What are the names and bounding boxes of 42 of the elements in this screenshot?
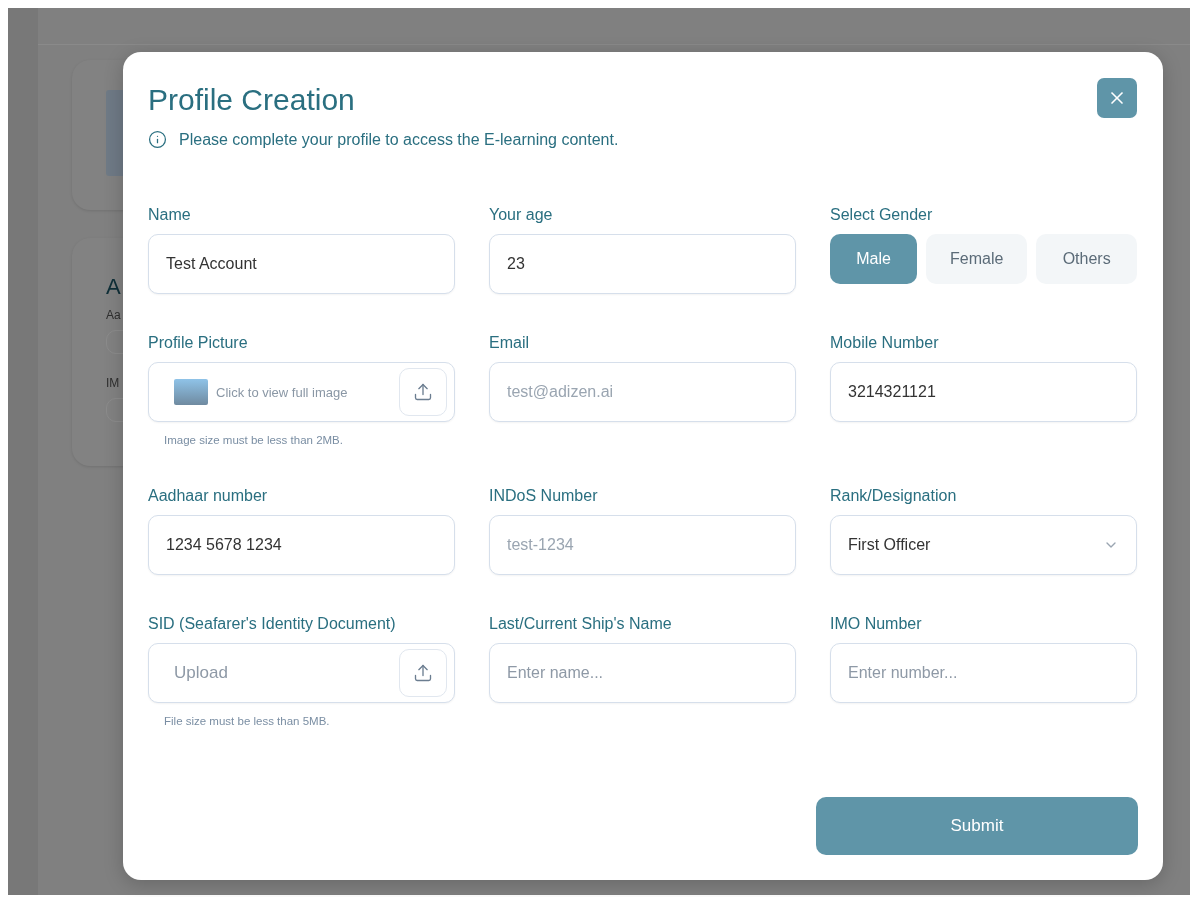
text-field[interactable]: 3214321121: [830, 362, 1137, 422]
helper-text: File size must be less than 5MB.: [163, 715, 331, 728]
upload-button[interactable]: [399, 649, 447, 697]
upload-icon: [413, 663, 433, 683]
field-label: IMO Number: [830, 614, 923, 634]
text-field[interactable]: 1234 5678 1234: [148, 515, 455, 575]
upload-placeholder: Upload: [174, 663, 228, 683]
view-image-link[interactable]: Click to view full image: [216, 384, 348, 400]
gender-option[interactable]: Others: [1036, 234, 1137, 284]
card-label: IM: [106, 376, 121, 390]
helper-text: Image size must be less than 2MB.: [163, 434, 344, 447]
card-heading: A: [106, 274, 121, 300]
upload-icon: [413, 382, 433, 402]
image-upload-field[interactable]: Click to view full image: [148, 362, 455, 422]
file-upload-field[interactable]: Upload: [148, 643, 455, 703]
text-field[interactable]: Enter number...: [830, 643, 1137, 703]
field-label: Rank/Designation: [830, 486, 958, 506]
text-field[interactable]: Enter name...: [489, 643, 796, 703]
text-field[interactable]: 23: [489, 234, 796, 294]
field-label: Mobile Number: [830, 333, 940, 353]
field-label: Your age: [489, 205, 554, 225]
field-label: Name: [148, 205, 192, 225]
field-label: SID (Seafarer's Identity Document): [148, 614, 397, 634]
select-value: First Officer: [848, 536, 931, 554]
upload-button[interactable]: [399, 368, 447, 416]
gender-option[interactable]: Male: [830, 234, 917, 284]
field-label: Select Gender: [830, 205, 934, 225]
text-field[interactable]: Test Account: [148, 234, 455, 294]
card-label: Aa: [106, 308, 122, 322]
photo-placeholder: [174, 379, 208, 405]
field-label: Profile Picture: [148, 333, 249, 353]
info-icon: [148, 130, 167, 149]
notice-text: Please complete your profile to access the E-learning content.: [179, 130, 619, 149]
submit-button[interactable]: Submit: [816, 797, 1138, 855]
field-label: INDoS Number: [489, 486, 599, 506]
rank-select[interactable]: First Officer: [830, 515, 1137, 575]
dialog-title: Profile Creation: [148, 82, 355, 118]
field-label: Aadhaar number: [148, 486, 269, 506]
field-label: Email: [489, 333, 530, 353]
close-button[interactable]: [1097, 78, 1137, 118]
gender-option[interactable]: Female: [926, 234, 1028, 284]
field-label: Last/Current Ship's Name: [489, 614, 673, 634]
